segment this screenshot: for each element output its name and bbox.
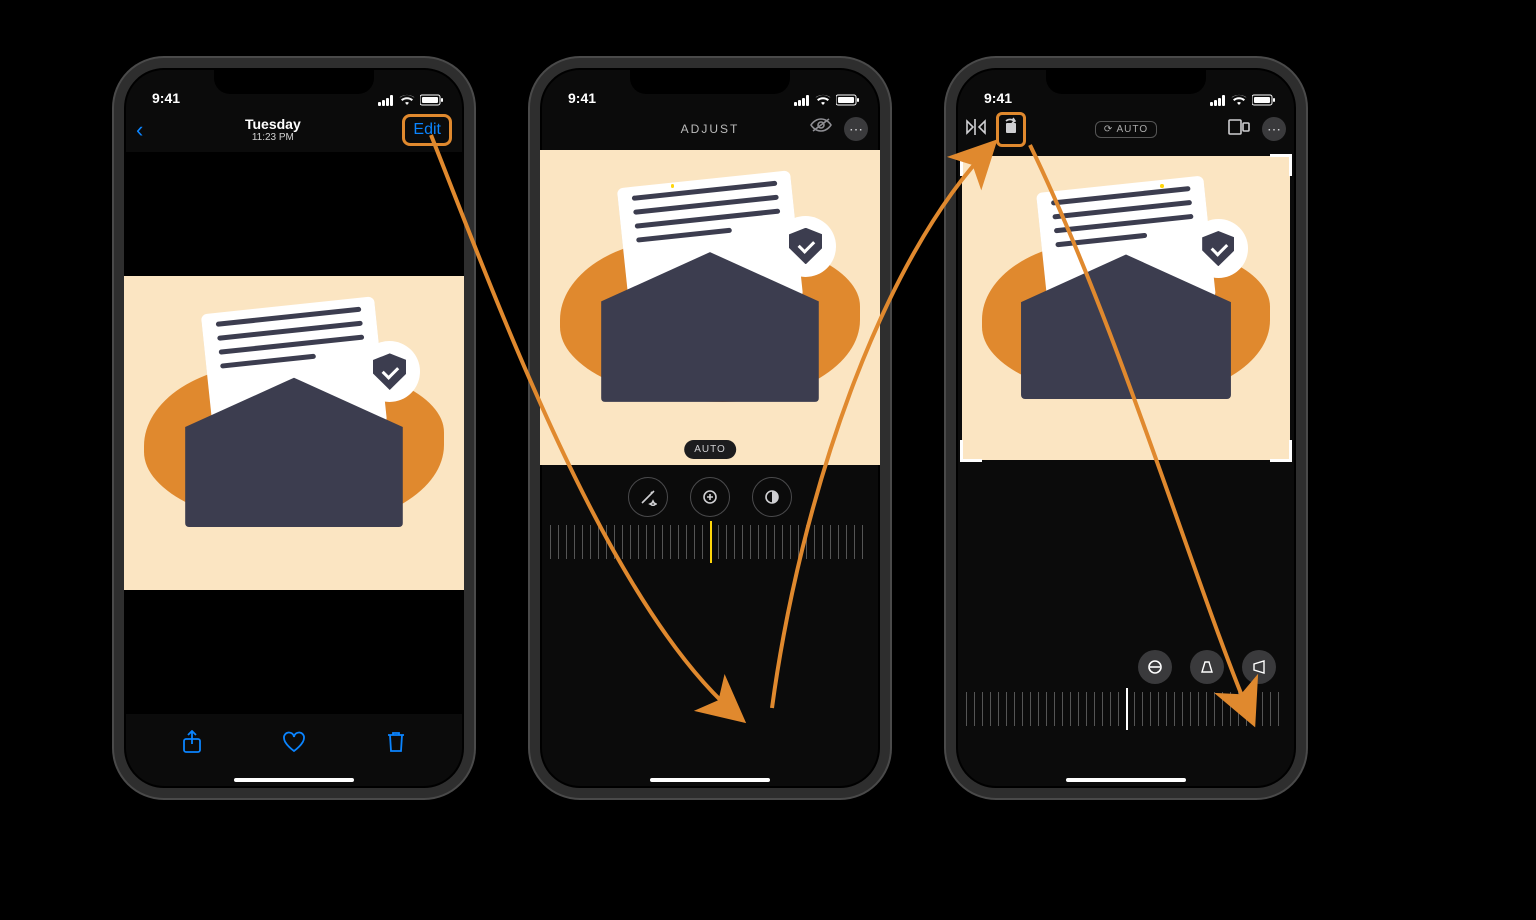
signal-icon	[794, 95, 810, 106]
exposure-icon[interactable]	[690, 477, 730, 517]
edit-button[interactable]: Edit	[402, 114, 452, 146]
heart-icon[interactable]	[282, 731, 306, 758]
crop-handle-tl[interactable]	[960, 154, 982, 176]
auto-crop-chip[interactable]: ⟳ AUTO	[1095, 121, 1157, 138]
nav-title-day: Tuesday	[245, 117, 301, 132]
edit-mode-label: ADJUST	[681, 122, 740, 136]
wifi-icon	[399, 94, 415, 106]
preview-toggle-icon[interactable]	[810, 117, 832, 141]
crop-canvas-area	[956, 150, 1296, 734]
flip-icon[interactable]	[966, 118, 986, 141]
home-indicator[interactable]	[650, 778, 770, 782]
nav-title: Tuesday 11:23 PM	[245, 117, 301, 143]
status-time: 9:41	[984, 90, 1012, 106]
edit-header: ADJUST ⋯	[540, 108, 880, 150]
crop-frame[interactable]	[962, 156, 1290, 460]
adjust-tool-tray	[540, 477, 880, 517]
photo-image[interactable]	[962, 156, 1290, 460]
phone-1-photo-viewer: 9:41 ‹ Tuesday 11:23 PM Edit	[114, 58, 474, 798]
crop-header: ⟳ AUTO ⋯	[956, 108, 1296, 150]
auto-adjust-label: AUTO	[684, 440, 736, 459]
photo-image	[124, 276, 464, 591]
adjust-slider[interactable]	[550, 525, 870, 559]
home-indicator[interactable]	[234, 778, 354, 782]
status-time: 9:41	[152, 90, 180, 106]
trash-icon[interactable]	[386, 730, 406, 759]
phone-notch	[1046, 68, 1206, 94]
crop-tool-tray	[956, 650, 1296, 684]
crop-handle-br[interactable]	[1270, 440, 1292, 462]
vertical-perspective-icon[interactable]	[1190, 650, 1224, 684]
more-options-icon[interactable]: ⋯	[1262, 117, 1286, 141]
battery-icon	[836, 94, 860, 106]
horizontal-perspective-icon[interactable]	[1242, 650, 1276, 684]
status-time: 9:41	[568, 90, 596, 106]
photo-content[interactable]	[124, 152, 464, 714]
nav-title-time: 11:23 PM	[245, 132, 301, 143]
rotate-icon[interactable]	[996, 112, 1026, 147]
wifi-icon	[1231, 94, 1247, 106]
aspect-ratio-icon[interactable]	[1228, 119, 1250, 140]
auto-enhance-icon[interactable]	[628, 477, 668, 517]
crop-handle-tr[interactable]	[1270, 154, 1292, 176]
photo-toolbar	[124, 714, 464, 788]
straighten-slider[interactable]	[966, 692, 1286, 726]
edit-canvas-area: AUTO	[540, 150, 880, 734]
phone-3-crop: 9:41 ⟳ AUTO ⋯	[946, 58, 1306, 798]
signal-icon	[1210, 95, 1226, 106]
crop-handle-bl[interactable]	[960, 440, 982, 462]
back-button[interactable]: ‹	[136, 117, 143, 143]
phone-notch	[630, 68, 790, 94]
more-options-icon[interactable]: ⋯	[844, 117, 868, 141]
share-icon[interactable]	[182, 730, 202, 759]
phone-2-adjust: 9:41 ADJUST ⋯ AUTO	[530, 58, 890, 798]
battery-icon	[420, 94, 444, 106]
photo-image[interactable]	[540, 150, 880, 465]
signal-icon	[378, 95, 394, 106]
brilliance-icon[interactable]	[752, 477, 792, 517]
battery-icon	[1252, 94, 1276, 106]
nav-bar: ‹ Tuesday 11:23 PM Edit	[124, 108, 464, 152]
wifi-icon	[815, 94, 831, 106]
phone-notch	[214, 68, 374, 94]
straighten-icon[interactable]	[1138, 650, 1172, 684]
home-indicator[interactable]	[1066, 778, 1186, 782]
